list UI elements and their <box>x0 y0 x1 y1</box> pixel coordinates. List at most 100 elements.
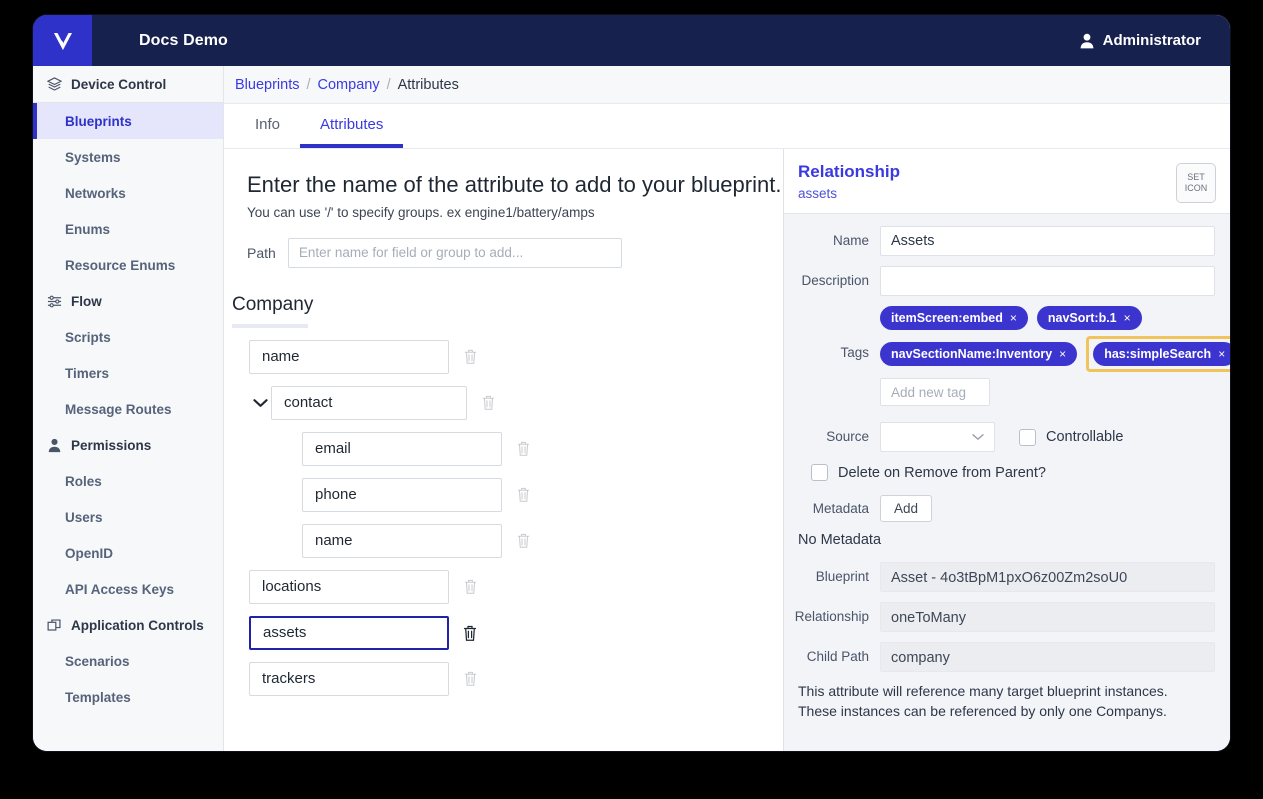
field-input-contact[interactable] <box>271 385 467 420</box>
sidebar-item-scripts[interactable]: Scripts <box>33 319 223 355</box>
close-icon[interactable]: × <box>1010 311 1017 325</box>
tab-bar: Info Attributes <box>224 104 1230 149</box>
sidebar-item-scenarios[interactable]: Scenarios <box>33 643 223 679</box>
set-icon-button[interactable]: SET ICON <box>1176 163 1216 203</box>
close-icon[interactable]: × <box>1124 311 1131 325</box>
add-tag-input[interactable] <box>880 378 990 406</box>
sidebar-item-users[interactable]: Users <box>33 499 223 535</box>
sidebar-item-label: Systems <box>65 149 121 165</box>
sidebar-item-templates[interactable]: Templates <box>33 679 223 715</box>
fields-list <box>224 339 783 696</box>
description-input[interactable] <box>880 266 1215 296</box>
tag-navsectionname-inventory[interactable]: navSectionName:Inventory × <box>880 342 1078 366</box>
metadata-add-button[interactable]: Add <box>880 495 933 522</box>
sidebar-item-roles[interactable]: Roles <box>33 463 223 499</box>
close-icon[interactable]: × <box>1218 347 1225 361</box>
windows-icon <box>47 618 62 633</box>
relationship-subtitle: assets <box>798 186 838 202</box>
sidebar-item-label: Networks <box>65 185 126 201</box>
relationship-type-row: Relationship oneToMany <box>784 602 1215 632</box>
tab-attributes[interactable]: Attributes <box>300 104 404 148</box>
child-path-label: Child Path <box>806 649 869 664</box>
tag-label: navSectionName:Inventory <box>891 347 1053 361</box>
tag-has-simplesearch[interactable]: has:simpleSearch × <box>1093 342 1230 366</box>
field-row <box>224 523 783 558</box>
content-column: Blueprints / Company / Attributes Info A… <box>224 66 1230 751</box>
tags-line-3 <box>880 378 1230 406</box>
tab-label: Info <box>255 115 281 133</box>
relationship-type-value: oneToMany <box>880 602 1215 632</box>
tag-label: navSort:b.1 <box>1047 311 1117 325</box>
field-input-locations[interactable] <box>249 569 449 604</box>
path-input[interactable] <box>287 237 622 268</box>
blueprint-row: Blueprint Asset - 4o3tBpM1pxO6z00Zm2soU0 <box>784 562 1215 592</box>
sidebar-item-api-access-keys[interactable]: API Access Keys <box>33 571 223 607</box>
trash-icon[interactable] <box>461 348 479 365</box>
app-logo[interactable] <box>33 15 92 66</box>
sidebar-group-permissions: Permissions <box>33 427 223 463</box>
sidebar-item-message-routes[interactable]: Message Routes <box>33 391 223 427</box>
layers-icon <box>47 76 62 92</box>
field-input-assets[interactable] <box>249 615 449 650</box>
attribute-editor-pane: Enter the name of the attribute to add t… <box>224 149 784 751</box>
controllable-field: Controllable <box>1019 428 1123 446</box>
sidebar-item-systems[interactable]: Systems <box>33 139 223 175</box>
field-row <box>224 661 783 696</box>
sidebar-item-label: Enums <box>65 221 111 237</box>
tag-navsort-b1[interactable]: navSort:b.1 × <box>1036 306 1142 330</box>
field-input-name[interactable] <box>249 339 449 374</box>
sidebar-item-openid[interactable]: OpenID <box>33 535 223 571</box>
delete-on-remove-field: Delete on Remove from Parent? <box>811 464 1215 481</box>
metadata-label: Metadata <box>812 501 869 516</box>
sidebar-item-label: Scenarios <box>65 653 130 669</box>
sidebar-item-label: Timers <box>65 365 110 381</box>
tag-label: has:simpleSearch <box>1104 347 1212 361</box>
tag-itemscreen-embed[interactable]: itemScreen:embed × <box>880 306 1028 330</box>
sidebar-item-blueprints[interactable]: Blueprints <box>33 103 223 139</box>
delete-on-remove-checkbox[interactable] <box>811 464 828 481</box>
relationship-type-label: Relationship <box>794 609 869 624</box>
tag-label: itemScreen:embed <box>891 311 1003 325</box>
trash-icon[interactable] <box>461 578 479 595</box>
source-select[interactable] <box>880 422 995 452</box>
trash-icon[interactable] <box>479 394 497 411</box>
group-title-rule <box>232 323 308 328</box>
body-row: Device Control Blueprints Systems Networ… <box>33 66 1230 751</box>
sidebar-item-networks[interactable]: Networks <box>33 175 223 211</box>
sidebar-group-label: Device Control <box>71 76 167 92</box>
tags-label: Tags <box>840 345 869 360</box>
breadcrumb-item-company[interactable]: Company <box>318 77 380 93</box>
sliders-icon <box>47 294 62 309</box>
sidebar-item-timers[interactable]: Timers <box>33 355 223 391</box>
user-menu[interactable]: Administrator <box>1080 32 1201 49</box>
field-input-contact-name[interactable] <box>302 523 502 558</box>
field-input-email[interactable] <box>302 431 502 466</box>
field-input-phone[interactable] <box>302 477 502 512</box>
breadcrumb-item-blueprints[interactable]: Blueprints <box>235 77 299 93</box>
relationship-note: This attribute will reference many targe… <box>798 682 1215 722</box>
sidebar-item-resource-enums[interactable]: Resource Enums <box>33 247 223 283</box>
trash-icon[interactable] <box>461 624 479 642</box>
attribute-heading: Enter the name of the attribute to add t… <box>247 172 782 197</box>
tab-info[interactable]: Info <box>235 104 300 148</box>
trash-icon[interactable] <box>514 486 532 503</box>
description-row: Description <box>784 266 1215 296</box>
sidebar-item-label: Resource Enums <box>65 257 176 273</box>
app-window: Docs Demo Administrator Device Control B… <box>33 15 1230 751</box>
field-input-trackers[interactable] <box>249 661 449 696</box>
trash-icon[interactable] <box>514 532 532 549</box>
chevron-down-icon[interactable] <box>249 398 271 408</box>
sidebar-group-flow: Flow <box>33 283 223 319</box>
sidebar-group-label: Application Controls <box>71 617 204 633</box>
sidebar: Device Control Blueprints Systems Networ… <box>33 66 224 751</box>
sidebar-item-label: Blueprints <box>65 113 132 129</box>
controllable-checkbox[interactable] <box>1019 428 1036 446</box>
sidebar-item-enums[interactable]: Enums <box>33 211 223 247</box>
tags-line-2: navSectionName:Inventory × has:simpleSea… <box>880 336 1230 372</box>
close-icon[interactable]: × <box>1059 347 1066 361</box>
trash-icon[interactable] <box>461 670 479 687</box>
tags-line-1: itemScreen:embed × navSort:b.1 × <box>880 306 1230 330</box>
name-input[interactable] <box>880 226 1215 256</box>
name-row: Name <box>784 226 1215 256</box>
trash-icon[interactable] <box>514 440 532 457</box>
